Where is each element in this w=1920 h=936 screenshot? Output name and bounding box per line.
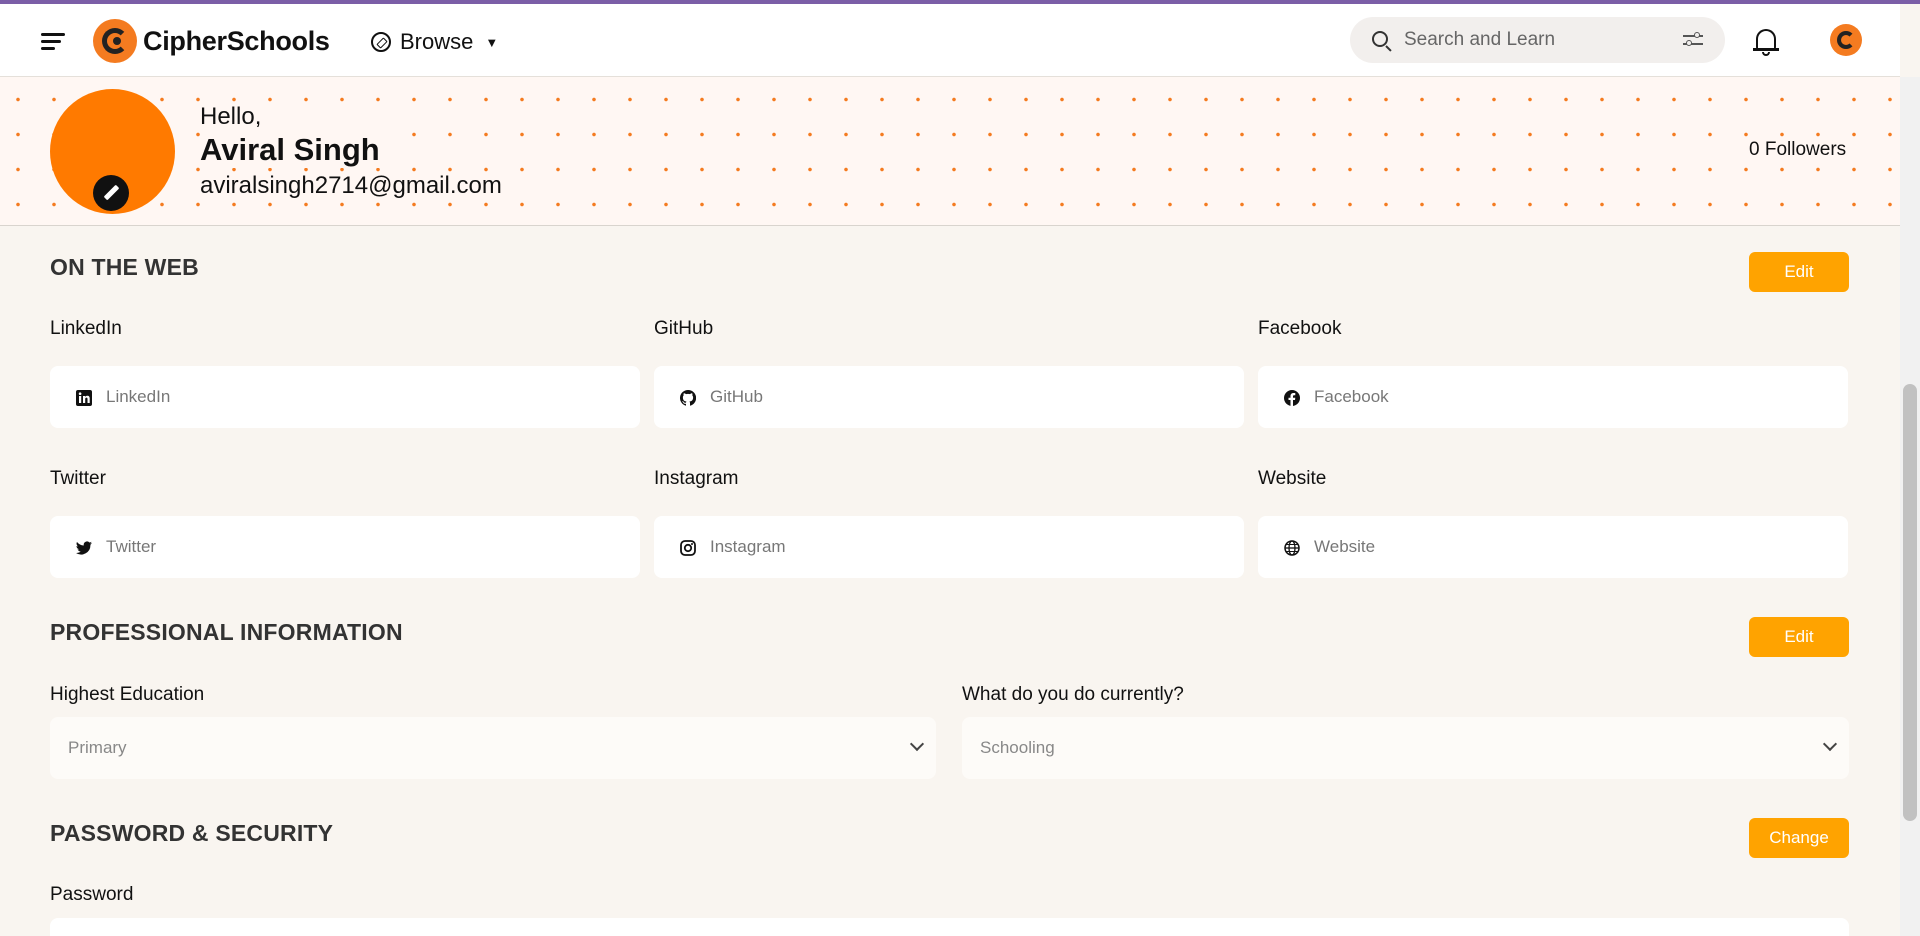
education-selected-value: Primary <box>68 738 127 757</box>
edit-pencil-icon[interactable] <box>93 175 129 211</box>
search-input[interactable] <box>1404 17 1674 63</box>
profile-avatar[interactable] <box>50 89 175 214</box>
page-scrollbar[interactable] <box>1900 77 1920 936</box>
user-email: aviralsingh2714@gmail.com <box>200 172 502 200</box>
facebook-icon <box>1284 390 1300 406</box>
cipherschools-logo-icon <box>93 19 137 63</box>
current-occupation-label: What do you do currently? <box>962 684 1184 705</box>
twitter-icon <box>76 541 92 555</box>
current-occupation-selected-value: Schooling <box>980 738 1055 757</box>
hamburger-menu-icon[interactable] <box>41 31 65 51</box>
password-field[interactable] <box>50 918 1849 936</box>
website-label: Website <box>1258 468 1327 489</box>
education-label: Highest Education <box>50 684 205 705</box>
linkedin-field <box>50 366 640 428</box>
github-label: GitHub <box>654 318 714 339</box>
profile-banner: Hello, Aviral Singh aviralsingh2714@gmai… <box>0 77 1900 226</box>
greeting: Hello, <box>200 103 262 131</box>
twitter-field <box>50 516 640 578</box>
chevron-down-icon <box>909 736 925 752</box>
professional-edit-button[interactable]: Edit <box>1749 617 1849 657</box>
brand-name: CipherSchools <box>143 25 330 56</box>
linkedin-label: LinkedIn <box>50 318 122 339</box>
password-security-title: PASSWORD & SECURITY <box>50 820 334 846</box>
navbar: CipherSchools Browse ▼ <box>0 4 1900 77</box>
search-icon <box>1372 31 1388 47</box>
filter-sliders-icon[interactable] <box>1683 32 1703 48</box>
github-field <box>654 366 1244 428</box>
twitter-input[interactable] <box>106 516 616 578</box>
notification-bell-icon[interactable] <box>1753 28 1779 56</box>
facebook-label: Facebook <box>1258 318 1342 339</box>
scrollbar-thumb[interactable] <box>1903 384 1917 821</box>
search-bar <box>1350 17 1725 63</box>
compass-icon <box>371 32 391 52</box>
browse-menu[interactable]: Browse ▼ <box>371 29 498 55</box>
twitter-label: Twitter <box>50 468 106 489</box>
github-icon <box>680 390 696 406</box>
website-input[interactable] <box>1314 516 1824 578</box>
facebook-input[interactable] <box>1314 366 1824 428</box>
browse-label: Browse <box>400 29 474 54</box>
change-password-button[interactable]: Change <box>1749 818 1849 858</box>
linkedin-input[interactable] <box>106 366 616 428</box>
globe-icon <box>1284 540 1300 556</box>
linkedin-icon <box>76 390 92 406</box>
on-the-web-title: ON THE WEB <box>50 254 199 280</box>
instagram-icon <box>680 540 696 556</box>
brand-logo[interactable]: CipherSchools <box>93 19 330 63</box>
password-label: Password <box>50 884 134 905</box>
website-field <box>1258 516 1848 578</box>
instagram-input[interactable] <box>710 516 1220 578</box>
professional-info-title: PROFESSIONAL INFORMATION <box>50 619 403 645</box>
web-edit-button[interactable]: Edit <box>1749 252 1849 292</box>
github-input[interactable] <box>710 366 1220 428</box>
user-avatar[interactable] <box>1830 24 1862 56</box>
user-name: Aviral Singh <box>200 132 380 168</box>
chevron-down-icon <box>1822 736 1838 752</box>
instagram-field <box>654 516 1244 578</box>
education-select[interactable]: Primary <box>50 717 936 779</box>
instagram-label: Instagram <box>654 468 739 489</box>
facebook-field <box>1258 366 1848 428</box>
chevron-down-icon: ▼ <box>485 34 499 50</box>
current-occupation-select[interactable]: Schooling <box>962 717 1849 779</box>
followers-count[interactable]: 0 Followers <box>1747 139 1849 161</box>
